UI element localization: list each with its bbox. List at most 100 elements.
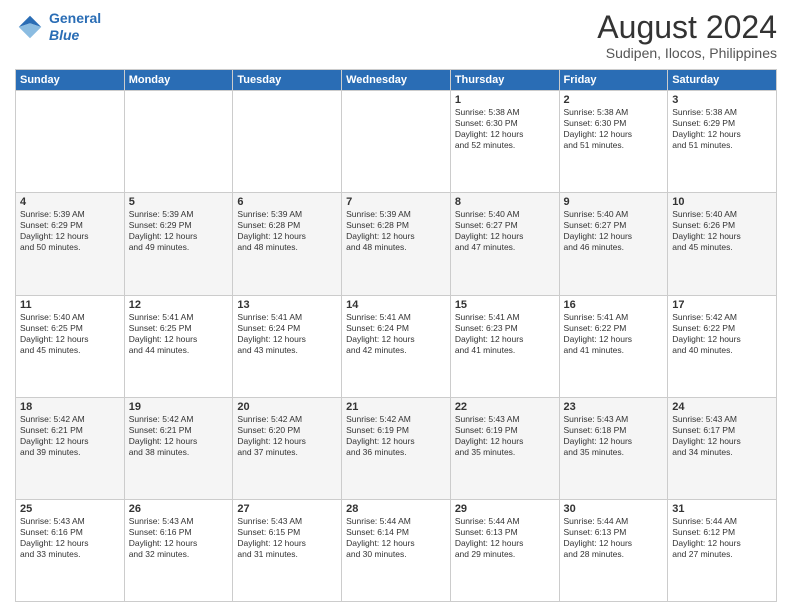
calendar-cell-w2-d6: 9Sunrise: 5:40 AM Sunset: 6:27 PM Daylig…: [559, 193, 668, 295]
day-info: Sunrise: 5:40 AM Sunset: 6:27 PM Dayligh…: [564, 209, 664, 253]
calendar-cell-w1-d4: [342, 91, 451, 193]
col-friday: Friday: [559, 70, 668, 91]
calendar-cell-w4-d6: 23Sunrise: 5:43 AM Sunset: 6:18 PM Dayli…: [559, 397, 668, 499]
calendar-cell-w1-d3: [233, 91, 342, 193]
day-number: 12: [129, 299, 229, 311]
calendar-cell-w5-d4: 28Sunrise: 5:44 AM Sunset: 6:14 PM Dayli…: [342, 499, 451, 601]
day-number: 10: [672, 196, 772, 208]
day-number: 15: [455, 299, 555, 311]
day-info: Sunrise: 5:44 AM Sunset: 6:13 PM Dayligh…: [564, 516, 664, 560]
day-info: Sunrise: 5:43 AM Sunset: 6:16 PM Dayligh…: [129, 516, 229, 560]
logo-line1: General: [49, 10, 101, 26]
day-info: Sunrise: 5:43 AM Sunset: 6:16 PM Dayligh…: [20, 516, 120, 560]
calendar-cell-w3-d1: 11Sunrise: 5:40 AM Sunset: 6:25 PM Dayli…: [16, 295, 125, 397]
subtitle: Sudipen, Ilocos, Philippines: [597, 45, 777, 61]
day-info: Sunrise: 5:43 AM Sunset: 6:19 PM Dayligh…: [455, 414, 555, 458]
main-title: August 2024: [597, 10, 777, 45]
day-number: 9: [564, 196, 664, 208]
logo: General Blue: [15, 10, 101, 44]
day-info: Sunrise: 5:38 AM Sunset: 6:29 PM Dayligh…: [672, 107, 772, 151]
day-number: 31: [672, 503, 772, 515]
day-number: 30: [564, 503, 664, 515]
calendar-cell-w2-d7: 10Sunrise: 5:40 AM Sunset: 6:26 PM Dayli…: [668, 193, 777, 295]
day-number: 17: [672, 299, 772, 311]
day-number: 13: [237, 299, 337, 311]
day-info: Sunrise: 5:40 AM Sunset: 6:27 PM Dayligh…: [455, 209, 555, 253]
week-row-1: 1Sunrise: 5:38 AM Sunset: 6:30 PM Daylig…: [16, 91, 777, 193]
calendar-cell-w3-d3: 13Sunrise: 5:41 AM Sunset: 6:24 PM Dayli…: [233, 295, 342, 397]
calendar-cell-w4-d1: 18Sunrise: 5:42 AM Sunset: 6:21 PM Dayli…: [16, 397, 125, 499]
day-info: Sunrise: 5:41 AM Sunset: 6:25 PM Dayligh…: [129, 312, 229, 356]
day-info: Sunrise: 5:42 AM Sunset: 6:21 PM Dayligh…: [20, 414, 120, 458]
day-info: Sunrise: 5:39 AM Sunset: 6:28 PM Dayligh…: [346, 209, 446, 253]
calendar-cell-w3-d7: 17Sunrise: 5:42 AM Sunset: 6:22 PM Dayli…: [668, 295, 777, 397]
title-block: August 2024 Sudipen, Ilocos, Philippines: [597, 10, 777, 61]
day-number: 26: [129, 503, 229, 515]
calendar-cell-w2-d3: 6Sunrise: 5:39 AM Sunset: 6:28 PM Daylig…: [233, 193, 342, 295]
calendar-cell-w2-d4: 7Sunrise: 5:39 AM Sunset: 6:28 PM Daylig…: [342, 193, 451, 295]
day-info: Sunrise: 5:41 AM Sunset: 6:22 PM Dayligh…: [564, 312, 664, 356]
calendar-cell-w1-d7: 3Sunrise: 5:38 AM Sunset: 6:29 PM Daylig…: [668, 91, 777, 193]
page: General Blue August 2024 Sudipen, Ilocos…: [0, 0, 792, 612]
day-number: 28: [346, 503, 446, 515]
week-row-5: 25Sunrise: 5:43 AM Sunset: 6:16 PM Dayli…: [16, 499, 777, 601]
calendar-cell-w2-d2: 5Sunrise: 5:39 AM Sunset: 6:29 PM Daylig…: [124, 193, 233, 295]
day-number: 25: [20, 503, 120, 515]
calendar-cell-w5-d1: 25Sunrise: 5:43 AM Sunset: 6:16 PM Dayli…: [16, 499, 125, 601]
day-number: 11: [20, 299, 120, 311]
calendar-cell-w4-d3: 20Sunrise: 5:42 AM Sunset: 6:20 PM Dayli…: [233, 397, 342, 499]
calendar-table: Sunday Monday Tuesday Wednesday Thursday…: [15, 69, 777, 602]
day-info: Sunrise: 5:43 AM Sunset: 6:18 PM Dayligh…: [564, 414, 664, 458]
day-info: Sunrise: 5:41 AM Sunset: 6:24 PM Dayligh…: [346, 312, 446, 356]
logo-line2: Blue: [49, 27, 101, 44]
col-thursday: Thursday: [450, 70, 559, 91]
day-info: Sunrise: 5:39 AM Sunset: 6:28 PM Dayligh…: [237, 209, 337, 253]
col-saturday: Saturday: [668, 70, 777, 91]
calendar-cell-w5-d3: 27Sunrise: 5:43 AM Sunset: 6:15 PM Dayli…: [233, 499, 342, 601]
calendar-cell-w3-d5: 15Sunrise: 5:41 AM Sunset: 6:23 PM Dayli…: [450, 295, 559, 397]
day-info: Sunrise: 5:41 AM Sunset: 6:23 PM Dayligh…: [455, 312, 555, 356]
header: General Blue August 2024 Sudipen, Ilocos…: [15, 10, 777, 61]
day-number: 20: [237, 401, 337, 413]
day-number: 6: [237, 196, 337, 208]
week-row-2: 4Sunrise: 5:39 AM Sunset: 6:29 PM Daylig…: [16, 193, 777, 295]
day-info: Sunrise: 5:42 AM Sunset: 6:22 PM Dayligh…: [672, 312, 772, 356]
day-info: Sunrise: 5:42 AM Sunset: 6:19 PM Dayligh…: [346, 414, 446, 458]
calendar-cell-w3-d2: 12Sunrise: 5:41 AM Sunset: 6:25 PM Dayli…: [124, 295, 233, 397]
logo-text: General Blue: [49, 10, 101, 44]
day-info: Sunrise: 5:41 AM Sunset: 6:24 PM Dayligh…: [237, 312, 337, 356]
calendar-cell-w4-d4: 21Sunrise: 5:42 AM Sunset: 6:19 PM Dayli…: [342, 397, 451, 499]
day-info: Sunrise: 5:44 AM Sunset: 6:14 PM Dayligh…: [346, 516, 446, 560]
calendar-cell-w3-d6: 16Sunrise: 5:41 AM Sunset: 6:22 PM Dayli…: [559, 295, 668, 397]
day-info: Sunrise: 5:39 AM Sunset: 6:29 PM Dayligh…: [129, 209, 229, 253]
day-number: 1: [455, 94, 555, 106]
day-info: Sunrise: 5:44 AM Sunset: 6:12 PM Dayligh…: [672, 516, 772, 560]
calendar-cell-w2-d5: 8Sunrise: 5:40 AM Sunset: 6:27 PM Daylig…: [450, 193, 559, 295]
calendar-cell-w4-d7: 24Sunrise: 5:43 AM Sunset: 6:17 PM Dayli…: [668, 397, 777, 499]
day-number: 27: [237, 503, 337, 515]
day-info: Sunrise: 5:43 AM Sunset: 6:15 PM Dayligh…: [237, 516, 337, 560]
calendar-cell-w5-d2: 26Sunrise: 5:43 AM Sunset: 6:16 PM Dayli…: [124, 499, 233, 601]
day-number: 18: [20, 401, 120, 413]
day-info: Sunrise: 5:43 AM Sunset: 6:17 PM Dayligh…: [672, 414, 772, 458]
day-number: 4: [20, 196, 120, 208]
week-row-4: 18Sunrise: 5:42 AM Sunset: 6:21 PM Dayli…: [16, 397, 777, 499]
day-info: Sunrise: 5:38 AM Sunset: 6:30 PM Dayligh…: [455, 107, 555, 151]
calendar-cell-w3-d4: 14Sunrise: 5:41 AM Sunset: 6:24 PM Dayli…: [342, 295, 451, 397]
col-monday: Monday: [124, 70, 233, 91]
calendar-cell-w5-d5: 29Sunrise: 5:44 AM Sunset: 6:13 PM Dayli…: [450, 499, 559, 601]
week-row-3: 11Sunrise: 5:40 AM Sunset: 6:25 PM Dayli…: [16, 295, 777, 397]
calendar-cell-w2-d1: 4Sunrise: 5:39 AM Sunset: 6:29 PM Daylig…: [16, 193, 125, 295]
calendar-cell-w1-d1: [16, 91, 125, 193]
day-number: 29: [455, 503, 555, 515]
day-number: 5: [129, 196, 229, 208]
day-info: Sunrise: 5:40 AM Sunset: 6:26 PM Dayligh…: [672, 209, 772, 253]
calendar-cell-w1-d6: 2Sunrise: 5:38 AM Sunset: 6:30 PM Daylig…: [559, 91, 668, 193]
day-number: 24: [672, 401, 772, 413]
day-number: 2: [564, 94, 664, 106]
col-tuesday: Tuesday: [233, 70, 342, 91]
day-info: Sunrise: 5:42 AM Sunset: 6:20 PM Dayligh…: [237, 414, 337, 458]
calendar-cell-w5-d6: 30Sunrise: 5:44 AM Sunset: 6:13 PM Dayli…: [559, 499, 668, 601]
day-info: Sunrise: 5:39 AM Sunset: 6:29 PM Dayligh…: [20, 209, 120, 253]
day-info: Sunrise: 5:44 AM Sunset: 6:13 PM Dayligh…: [455, 516, 555, 560]
